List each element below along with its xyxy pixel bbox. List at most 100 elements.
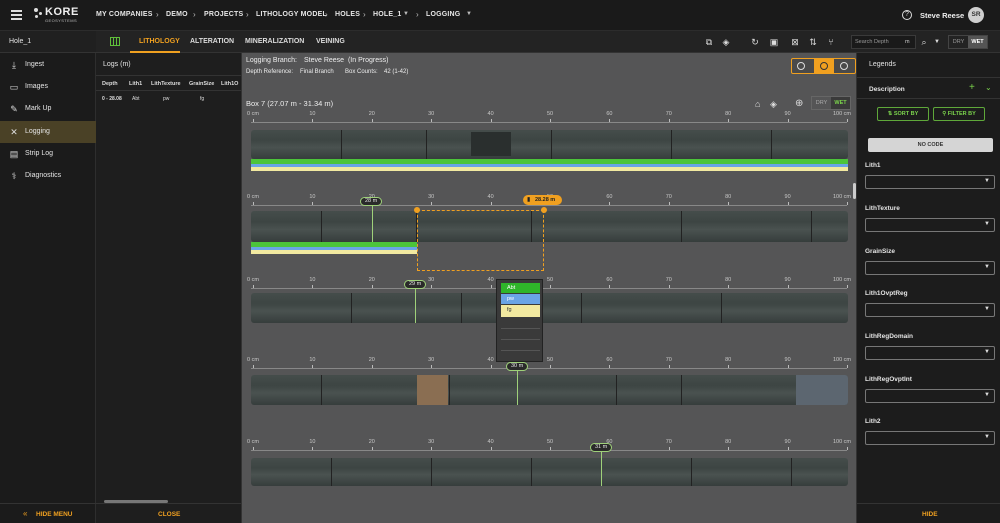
ruler-tick-label: 70 xyxy=(665,439,672,445)
branch-icon[interactable]: ⑂ xyxy=(826,37,836,47)
breadcrumb-logging[interactable]: LOGGING xyxy=(426,11,460,18)
lith1ovptreg-select[interactable]: ▼ xyxy=(865,303,995,317)
breadcrumb-holes[interactable]: HOLES xyxy=(335,11,360,18)
ruler-tick-label: 70 xyxy=(665,277,672,283)
wet-option[interactable]: WET xyxy=(831,97,850,109)
depth-marker[interactable]: 31 m xyxy=(590,443,613,452)
close-logs-button[interactable]: CLOSE xyxy=(96,503,242,523)
ruler-baseline xyxy=(251,368,847,369)
table-view-icon[interactable] xyxy=(110,37,120,46)
eraser-icon[interactable]: ◈ xyxy=(770,99,777,110)
field-label-lithregovptint: LithRegOvptInt xyxy=(865,376,912,383)
mode-target-icon[interactable] xyxy=(840,62,848,70)
breadcrumb-projects[interactable]: PROJECTS xyxy=(204,11,243,18)
dry-wet-toggle[interactable]: DRY WET xyxy=(948,35,988,49)
breadcrumb-hole[interactable]: HOLE_1 xyxy=(373,11,401,18)
tab-lithology[interactable]: LITHOLOGY xyxy=(130,31,180,53)
tab-veining[interactable]: VEINING xyxy=(316,38,345,45)
chevron-down-icon[interactable]: ▼ xyxy=(466,11,472,17)
lith2-select[interactable]: ▼ xyxy=(865,431,995,445)
breadcrumb-demo[interactable]: DEMO xyxy=(166,11,188,18)
image-icon[interactable]: ▣ xyxy=(769,37,779,47)
chevron-down-icon[interactable]: ⌄ xyxy=(985,83,992,92)
sidebar-item-mark-up[interactable]: ✎ Mark Up xyxy=(0,99,96,119)
lithregovptint-select[interactable]: ▼ xyxy=(865,389,995,403)
core-image-row-5[interactable] xyxy=(251,458,848,486)
wet-option[interactable]: WET xyxy=(968,36,987,48)
eraser-icon[interactable]: ◈ xyxy=(721,37,731,47)
ruler-tick-label: 80 xyxy=(725,439,732,445)
sort-by-button[interactable]: ⇅ SORT BY xyxy=(877,107,929,121)
sidebar-item-diagnostics[interactable]: ⚕ Diagnostics xyxy=(0,166,96,186)
filter-by-button[interactable]: ⚲ FILTER BY xyxy=(933,107,985,121)
core-image-row-2[interactable] xyxy=(251,211,848,242)
lithtexture-select[interactable]: ▼ xyxy=(865,218,995,232)
core-image-row-3[interactable] xyxy=(251,293,848,323)
avatar[interactable]: SR xyxy=(968,7,984,23)
hide-legends-button[interactable]: HIDE xyxy=(857,503,1000,523)
dropdown-empty-row[interactable] xyxy=(501,341,540,351)
marker-line xyxy=(601,452,602,486)
breadcrumb-my-companies[interactable]: MY COMPANIES xyxy=(96,11,153,18)
no-code-button[interactable]: NO CODE xyxy=(868,138,993,152)
chevron-down-icon[interactable]: ▼ xyxy=(403,11,409,17)
sidebar-item-logging[interactable]: ✕ Logging xyxy=(0,121,96,143)
sidebar-item-images[interactable]: ▭ Images xyxy=(0,77,96,97)
depth-marker-label: 30 m xyxy=(511,363,524,369)
dropdown-option-grainsize[interactable]: fg xyxy=(501,305,540,317)
hide-menu-button[interactable]: « HIDE MENU xyxy=(0,503,96,523)
layers-icon[interactable]: ⊠ xyxy=(790,37,800,47)
tab-alteration[interactable]: ALTERATION xyxy=(190,38,234,45)
ruler-tick-label: 80 xyxy=(725,357,732,363)
copy-icon[interactable]: ⧉ xyxy=(704,37,714,47)
bank-icon[interactable]: ⌂ xyxy=(755,99,760,109)
plus-icon[interactable]: + xyxy=(969,82,975,93)
swap-icon[interactable]: ⇅ xyxy=(808,37,818,47)
dropdown-empty-row[interactable] xyxy=(501,330,540,340)
help-icon[interactable]: ? xyxy=(902,10,912,20)
core-image-row-4[interactable] xyxy=(251,375,848,405)
lith1-select[interactable]: ▼ xyxy=(865,175,995,189)
dry-option[interactable]: DRY xyxy=(949,36,968,48)
dropdown-option-lithtexture[interactable]: pw xyxy=(501,294,540,304)
ruler-row-5: 0 cm 10 20 30 40 50 60 70 80 90 100 cm xyxy=(247,439,851,451)
ruler-row-4: 0 cm 10 20 30 40 50 60 70 80 90 100 cm xyxy=(247,357,851,369)
ruler-tick-label: 10 xyxy=(309,357,316,363)
table-row[interactable]: 0 - 28.08 Abt pw fg xyxy=(96,93,242,106)
zoom-in-icon[interactable]: ⊕ xyxy=(795,98,803,109)
dropdown-empty-row[interactable] xyxy=(501,319,540,329)
depth-marker[interactable]: 30 m xyxy=(506,362,529,371)
lithregdomain-select[interactable]: ▼ xyxy=(865,346,995,360)
marker-line xyxy=(517,371,518,405)
depth-marker-current[interactable]: ▮ 28.28 m xyxy=(523,195,562,205)
box-dry-wet-toggle[interactable]: DRY WET xyxy=(811,96,851,110)
hole-name: Hole_1 xyxy=(9,38,32,45)
sidebar-item-ingest[interactable]: ⤓ Ingest xyxy=(0,55,96,75)
core-image-row-1[interactable] xyxy=(251,130,848,159)
chevron-down-icon[interactable]: ▼ xyxy=(932,37,942,47)
description-header[interactable]: Description + ⌄ xyxy=(857,77,1000,99)
close-label: CLOSE xyxy=(158,511,181,518)
depth-marker-label: 29 m xyxy=(409,281,422,287)
ruler-tick-label: 50 xyxy=(546,111,554,117)
ruler-baseline xyxy=(251,288,847,289)
dropdown-option-lith1[interactable]: Abt xyxy=(501,283,540,293)
breadcrumb-lithology-model[interactable]: LITHOLOGY MODEL xyxy=(256,11,327,18)
hamburger-menu-icon[interactable] xyxy=(11,9,23,21)
mode-circle-icon[interactable] xyxy=(797,62,805,70)
selection-handle-right[interactable] xyxy=(541,207,547,213)
search-icon[interactable]: ⌕ xyxy=(919,37,929,47)
ruler-tick-label: 60 xyxy=(606,194,613,200)
grainsize-select[interactable]: ▼ xyxy=(865,261,995,275)
selection-handle-left[interactable] xyxy=(414,207,420,213)
dry-option[interactable]: DRY xyxy=(812,97,831,109)
mode-clock-icon[interactable] xyxy=(814,59,834,73)
tab-mineralization[interactable]: MINERALIZATION xyxy=(245,38,304,45)
sidebar-item-strip-log[interactable]: ▤ Strip Log xyxy=(0,144,96,164)
selection-box[interactable] xyxy=(417,210,544,271)
depth-marker[interactable]: 28 m xyxy=(360,197,383,206)
search-depth-input[interactable]: Search Depth m xyxy=(851,35,916,49)
depth-marker[interactable]: 29 m xyxy=(404,280,427,289)
refresh-icon[interactable]: ↻ xyxy=(750,37,760,47)
ruler-baseline xyxy=(251,450,847,451)
